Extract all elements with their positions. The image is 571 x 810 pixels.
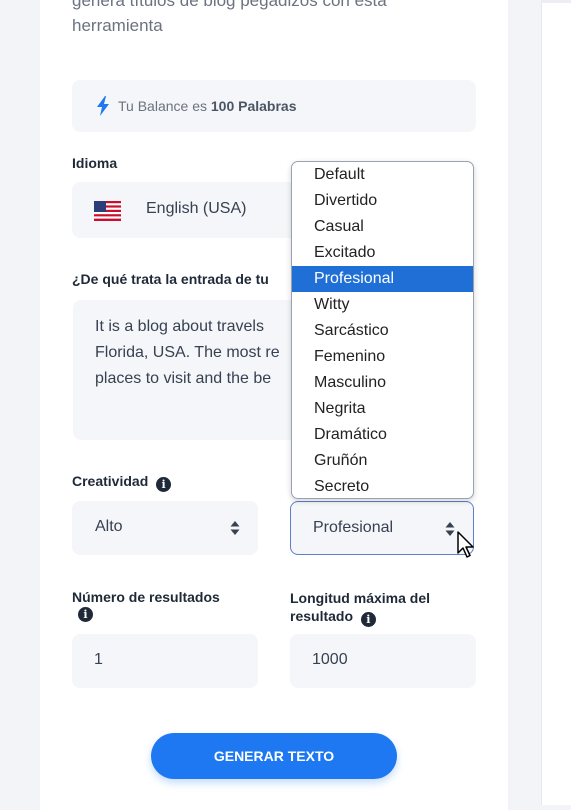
right-panel xyxy=(541,0,571,805)
creativity-label-text: Creatividad xyxy=(72,473,149,489)
language-select[interactable]: English (USA) xyxy=(72,182,312,238)
tone-option[interactable]: Sarcástico xyxy=(292,318,473,344)
creativity-select[interactable]: Alto xyxy=(72,501,258,555)
tool-description-line: genera títulos de blog pegadizos con est… xyxy=(72,0,387,10)
divider xyxy=(541,0,571,3)
results-count-input[interactable]: 1 xyxy=(72,634,258,688)
tone-option[interactable]: Secreto xyxy=(292,474,473,498)
creativity-label: Creatividad i xyxy=(72,473,172,492)
tone-dropdown: Default Divertido Casual Excitado Profes… xyxy=(291,161,474,499)
topic-text: It is a blog about travels Florida, USA. … xyxy=(95,314,323,392)
generate-text-button[interactable]: GENERAR TEXTO xyxy=(151,733,397,779)
max-length-label-line-2: resultado i xyxy=(290,607,430,627)
tone-select[interactable]: Profesional xyxy=(290,501,474,555)
bolt-icon xyxy=(97,96,109,116)
tone-option[interactable]: Witty xyxy=(292,292,473,318)
mouse-cursor-icon xyxy=(457,531,474,558)
us-flag-icon xyxy=(94,201,121,221)
creativity-value: Alto xyxy=(95,518,123,535)
topic-line: Florida, USA. The most re xyxy=(95,344,280,361)
select-arrows-icon xyxy=(445,522,455,536)
balance-box: Tu Balance es 100 Palabras xyxy=(72,80,476,132)
select-arrows-icon xyxy=(230,521,240,535)
results-count-label: Número de resultados xyxy=(72,589,220,605)
tone-option[interactable]: Casual xyxy=(292,214,473,240)
language-label: Idioma xyxy=(72,155,118,171)
tone-option[interactable]: Excitado xyxy=(292,240,473,266)
tone-option[interactable]: Masculino xyxy=(292,370,473,396)
tone-option[interactable]: Divertido xyxy=(292,188,473,214)
max-length-value: 1000 xyxy=(312,651,348,668)
topic-textarea[interactable]: It is a blog about travels Florida, USA. … xyxy=(73,300,323,440)
language-value: English (USA) xyxy=(146,200,247,217)
max-length-label-text: resultado xyxy=(290,608,354,624)
topic-label: ¿De qué trata la entrada de tu xyxy=(72,271,269,287)
tool-description: genera títulos de blog pegadizos con est… xyxy=(72,0,492,38)
info-icon[interactable]: i xyxy=(360,612,376,627)
balance-prefix: Tu Balance es xyxy=(118,98,207,114)
tone-option[interactable]: Gruñón xyxy=(292,448,473,474)
max-length-input[interactable]: 1000 xyxy=(290,634,476,688)
tone-option[interactable]: Default xyxy=(292,162,473,188)
info-icon[interactable]: i xyxy=(156,477,172,492)
topic-line: It is a blog about travels xyxy=(95,318,264,335)
tone-option[interactable]: Dramático xyxy=(292,422,473,448)
max-length-label-line: Longitud máxima del xyxy=(290,590,431,606)
info-icon[interactable]: i xyxy=(78,607,93,622)
balance-text: Tu Balance es 100 Palabras xyxy=(118,98,297,114)
tool-description-line: herramienta xyxy=(72,16,163,35)
tone-option[interactable]: Femenino xyxy=(292,344,473,370)
topic-line: places to visit and the be xyxy=(95,370,272,387)
balance-amount: 100 Palabras xyxy=(210,98,297,114)
tone-option-selected[interactable]: Profesional xyxy=(292,266,473,292)
max-length-label: Longitud máxima del resultado i xyxy=(290,589,430,627)
results-count-value: 1 xyxy=(94,651,103,668)
tone-option[interactable]: Negrita xyxy=(292,396,473,422)
tone-value: Profesional xyxy=(313,519,394,536)
